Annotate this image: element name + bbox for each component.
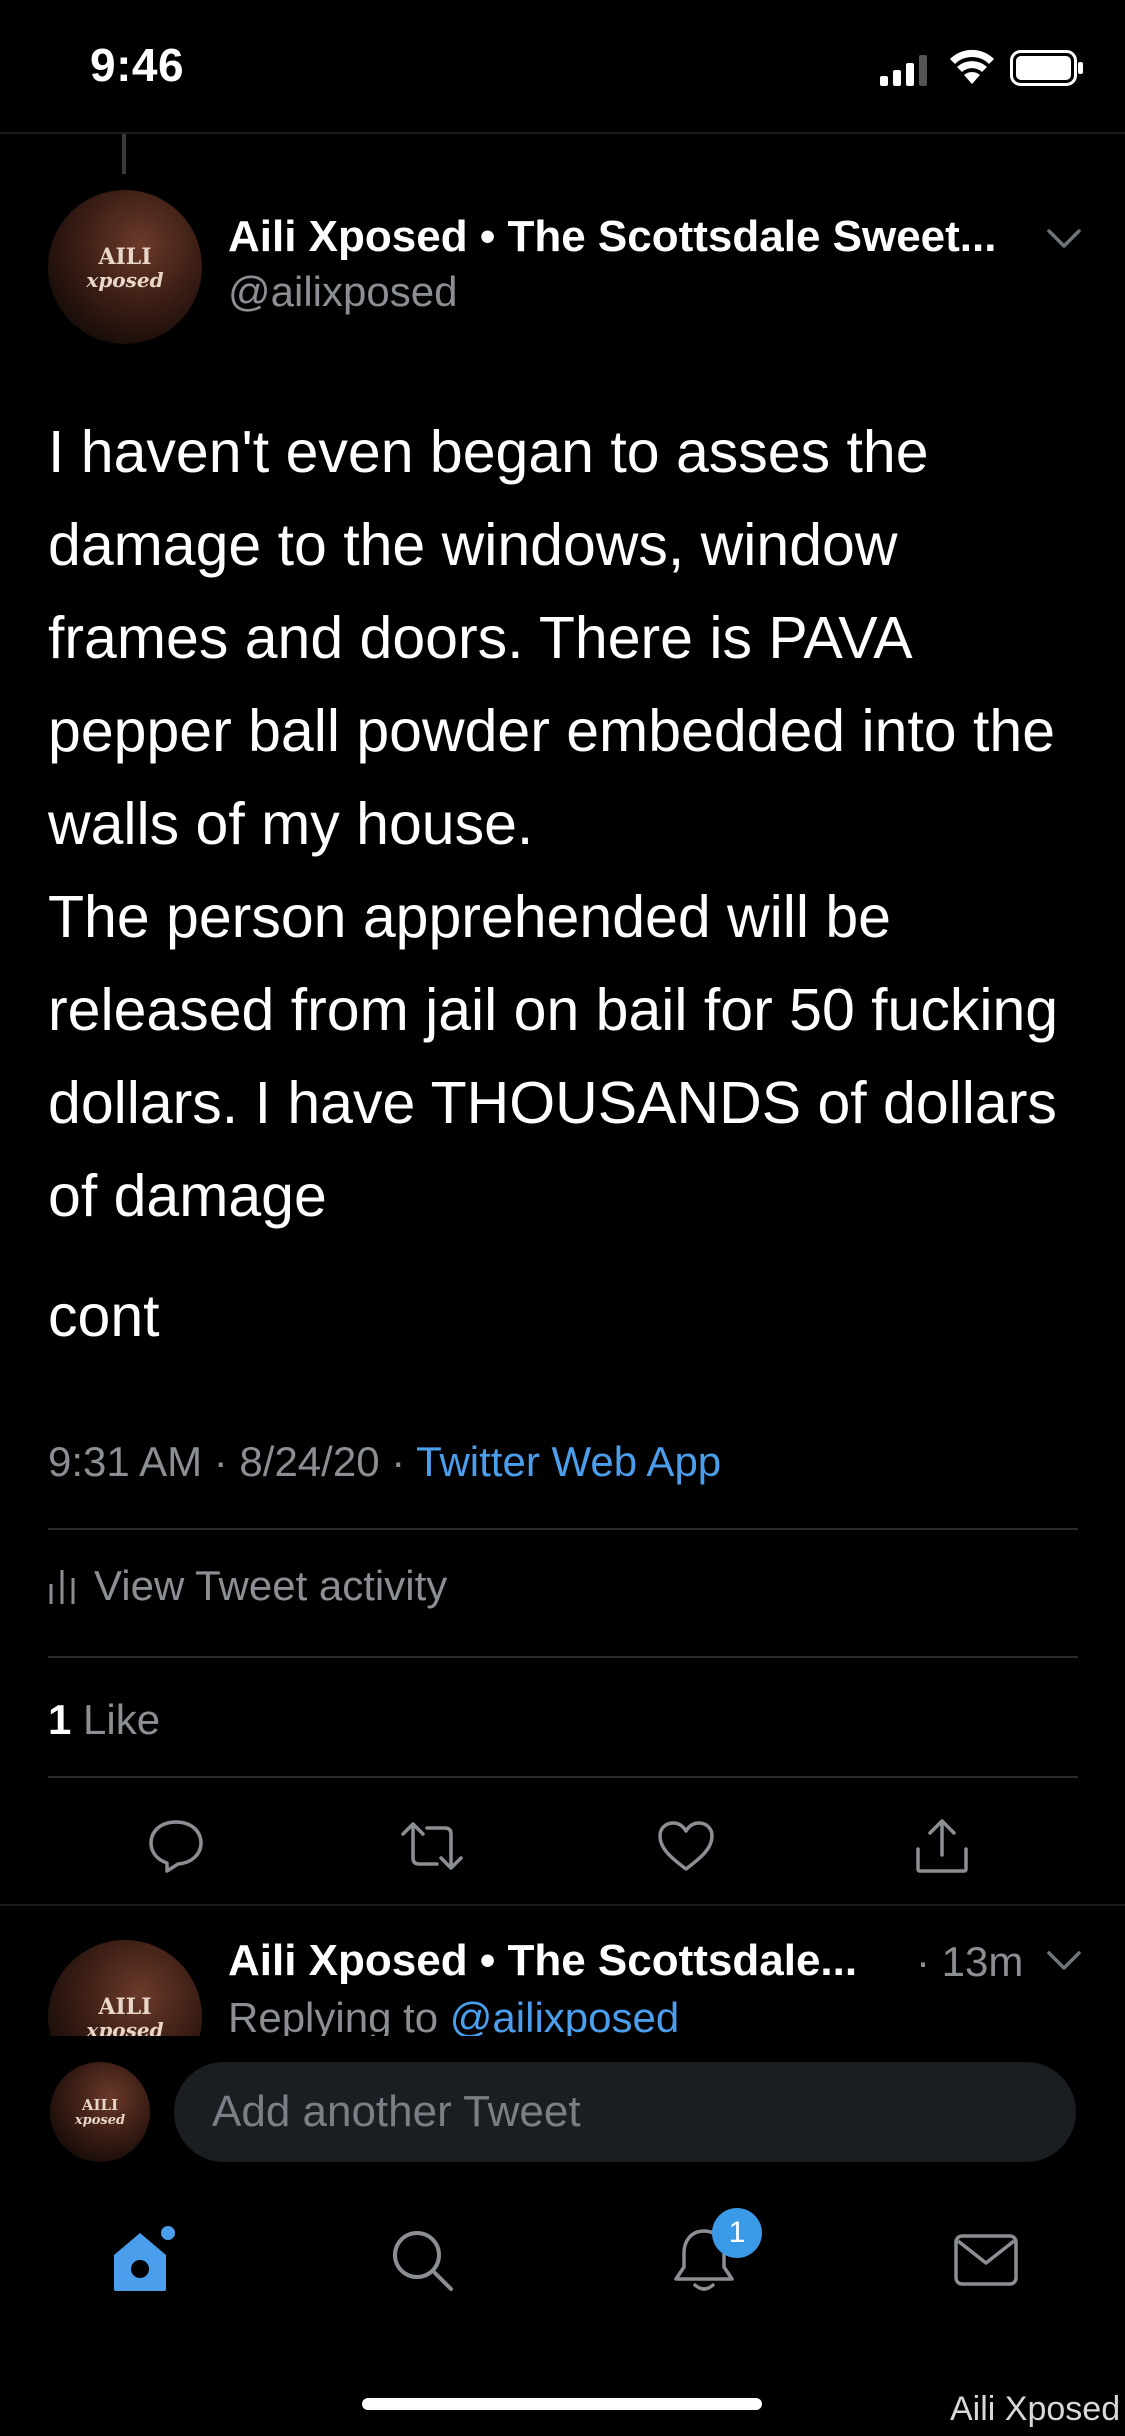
like-count-number: 1 bbox=[48, 1696, 72, 1743]
tweet-time: 9:31 AM · 8/24/20 · bbox=[48, 1438, 417, 1485]
tweet-source-link[interactable]: Twitter Web App bbox=[416, 1438, 721, 1485]
battery-icon bbox=[1010, 50, 1083, 86]
current-user-avatar[interactable]: AILI xposed bbox=[50, 2062, 150, 2162]
cellular-signal-icon bbox=[880, 55, 927, 86]
mail-icon bbox=[954, 2234, 1018, 2286]
tab-search[interactable] bbox=[372, 2210, 472, 2310]
avatar-logo-text: AILI bbox=[98, 244, 152, 270]
like-count[interactable]: 1 Like bbox=[48, 1696, 160, 1744]
chevron-down-icon[interactable] bbox=[1046, 228, 1082, 250]
replying-to: Replying to @ailixposed bbox=[228, 1994, 679, 2036]
author-handle[interactable]: @ailixposed bbox=[228, 268, 457, 316]
author-avatar[interactable]: AILI xposed bbox=[48, 190, 202, 344]
watermark: Aili Xposed bbox=[950, 2390, 1121, 2428]
like-button[interactable] bbox=[646, 1806, 726, 1886]
header-divider bbox=[0, 132, 1125, 134]
tweet-text-continuation: cont bbox=[48, 1283, 160, 1349]
reply-author-name[interactable]: Aili Xposed • The Scottsdale... bbox=[228, 1936, 857, 1986]
tab-messages[interactable] bbox=[936, 2210, 1036, 2310]
tab-home[interactable] bbox=[92, 2210, 192, 2310]
chevron-down-icon[interactable] bbox=[1046, 1950, 1082, 1972]
avatar-logo-subtext: xposed bbox=[74, 2113, 126, 2128]
search-icon bbox=[393, 2231, 453, 2291]
share-button[interactable] bbox=[902, 1806, 982, 1886]
reply-icon bbox=[149, 1820, 203, 1873]
analytics-icon bbox=[49, 1570, 75, 1604]
divider bbox=[48, 1776, 1078, 1778]
replying-to-handle-link[interactable]: @ailixposed bbox=[450, 1994, 679, 2036]
notifications-badge: 1 bbox=[712, 2208, 762, 2258]
home-icon bbox=[114, 2226, 175, 2291]
avatar-logo-text: AILI bbox=[81, 2096, 119, 2114]
avatar-logo-subtext: xposed bbox=[86, 268, 164, 292]
avatar-logo-text: AILI bbox=[98, 1994, 152, 2020]
author-name[interactable]: Aili Xposed • The Scottsdale Sweet... bbox=[228, 212, 996, 262]
add-tweet-input[interactable]: Add another Tweet bbox=[174, 2062, 1076, 2162]
divider bbox=[0, 1904, 1125, 1906]
home-indicator[interactable] bbox=[362, 2398, 762, 2410]
retweet-button[interactable] bbox=[392, 1806, 472, 1886]
share-icon bbox=[916, 1819, 968, 1873]
like-count-label: Like bbox=[71, 1696, 161, 1743]
wifi-icon bbox=[950, 49, 994, 84]
view-tweet-activity-label: View Tweet activity bbox=[94, 1562, 448, 1609]
retweet-icon bbox=[401, 1822, 463, 1870]
replying-to-prefix: Replying to bbox=[228, 1994, 450, 2036]
tweet-timestamp: 9:31 AM · 8/24/20 · Twitter Web App bbox=[48, 1438, 721, 1486]
thread-connector-line bbox=[122, 134, 126, 174]
divider bbox=[48, 1528, 1078, 1530]
tweet-text: I haven't even began to asses the damage… bbox=[48, 419, 1059, 1229]
view-tweet-activity-button[interactable]: View Tweet activity bbox=[48, 1562, 447, 1610]
divider bbox=[48, 1656, 1078, 1658]
heart-icon bbox=[658, 1821, 714, 1871]
status-time: 9:46 bbox=[90, 39, 185, 91]
reply-timestamp: · 13m bbox=[916, 1938, 1024, 1985]
reply-button[interactable] bbox=[136, 1806, 216, 1886]
